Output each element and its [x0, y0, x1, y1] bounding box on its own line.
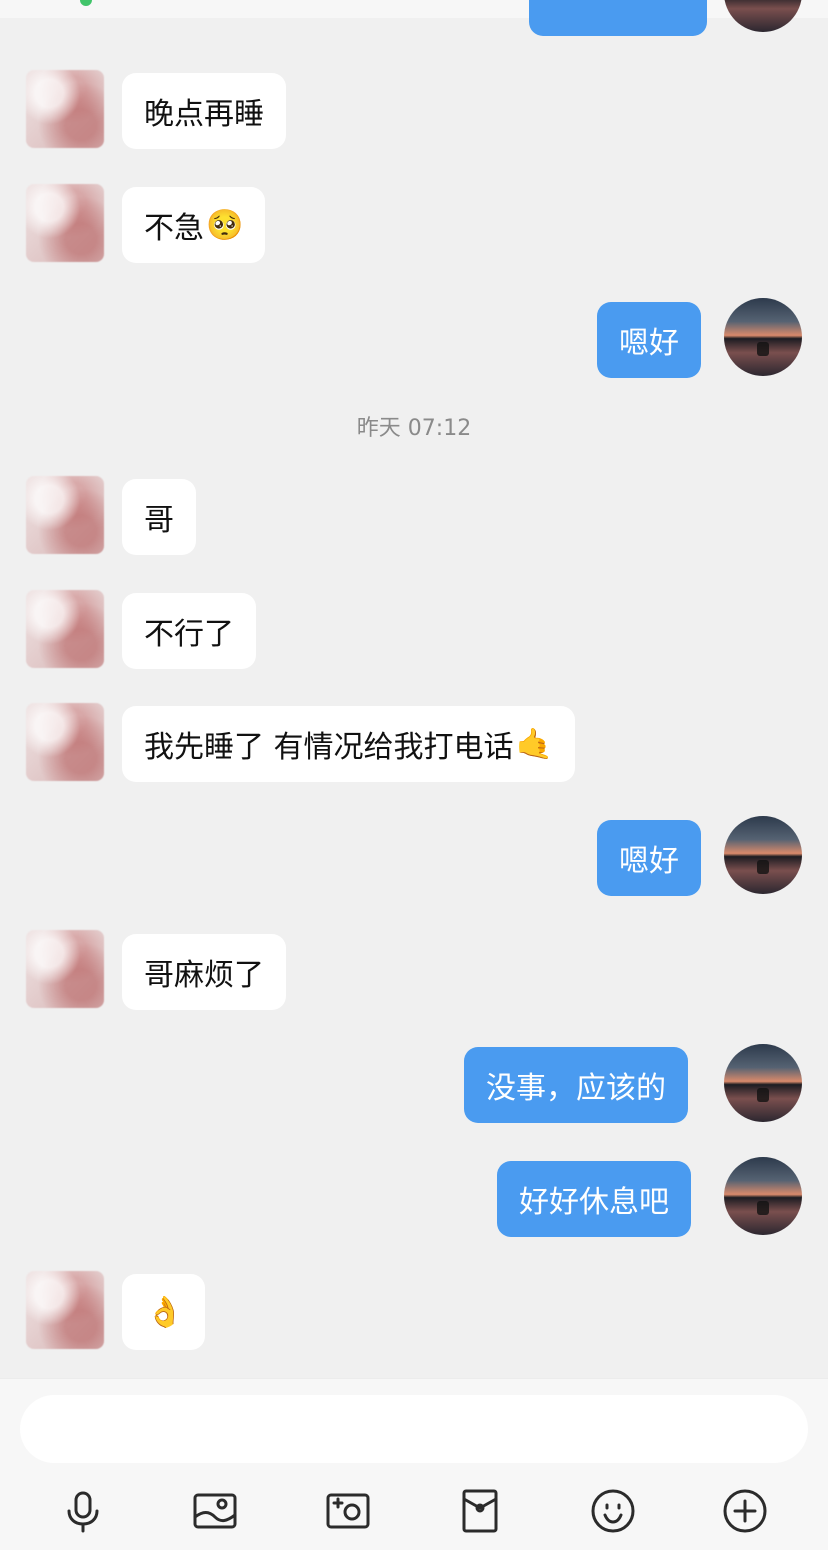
- message-text: 嗯好: [619, 844, 679, 879]
- my-avatar[interactable]: [724, 1044, 802, 1122]
- camera-icon[interactable]: [322, 1485, 374, 1537]
- incoming-message[interactable]: 不行了: [122, 593, 256, 669]
- mic-icon[interactable]: [57, 1485, 109, 1537]
- outgoing-message[interactable]: 好好休息吧: [497, 1161, 691, 1237]
- previous-outgoing-bubble[interactable]: [529, 0, 707, 36]
- red-packet-icon[interactable]: [454, 1485, 506, 1537]
- message-text: 晚点再睡: [144, 97, 264, 132]
- incoming-message[interactable]: 我先睡了 有情况给我打电话 🤙: [122, 706, 575, 782]
- plus-icon[interactable]: [719, 1485, 771, 1537]
- message-text: 哥: [144, 503, 174, 538]
- incoming-message[interactable]: 不急 🥺: [122, 187, 266, 263]
- my-avatar[interactable]: [724, 298, 802, 376]
- message-input[interactable]: [20, 1395, 808, 1463]
- message-text: 不行了: [144, 617, 234, 652]
- online-status-icon: [80, 0, 92, 6]
- emoji-icon[interactable]: [587, 1485, 639, 1537]
- contact-avatar[interactable]: [26, 590, 104, 668]
- incoming-message[interactable]: 👌: [122, 1274, 206, 1350]
- chat-timestamp: 昨天 07:12: [356, 416, 472, 441]
- message-text: 没事，应该的: [486, 1071, 666, 1106]
- my-avatar[interactable]: [724, 0, 802, 32]
- message-text: 哥麻烦了: [144, 958, 264, 993]
- outgoing-message[interactable]: 嗯好: [597, 302, 701, 378]
- my-avatar[interactable]: [724, 1157, 802, 1235]
- message-text: 我先睡了 有情况给我打电话: [144, 730, 514, 765]
- call-me-hand-emoji-icon: 🤙: [515, 726, 553, 762]
- contact-avatar[interactable]: [26, 930, 104, 1008]
- incoming-message[interactable]: 哥: [122, 479, 196, 555]
- pleading-face-emoji-icon: 🥺: [206, 207, 244, 243]
- chat-area[interactable]: 晚点再睡 不急 🥺 嗯好 昨天 07:12 哥 不行了 我先睡了 有情况给我打电…: [0, 0, 828, 1378]
- image-icon[interactable]: [189, 1485, 241, 1537]
- my-avatar[interactable]: [724, 816, 802, 894]
- outgoing-message[interactable]: 没事，应该的: [464, 1047, 688, 1123]
- contact-avatar[interactable]: [26, 476, 104, 554]
- contact-avatar[interactable]: [26, 184, 104, 262]
- message-text: 不急: [144, 211, 204, 246]
- contact-avatar[interactable]: [26, 1271, 104, 1349]
- message-text: 嗯好: [619, 326, 679, 361]
- contact-avatar[interactable]: [26, 703, 104, 781]
- contact-avatar[interactable]: [26, 70, 104, 148]
- ok-hand-emoji-icon: 👌: [146, 1294, 184, 1330]
- incoming-message[interactable]: 晚点再睡: [122, 73, 286, 149]
- incoming-message[interactable]: 哥麻烦了: [122, 934, 286, 1010]
- message-text: 好好休息吧: [519, 1185, 669, 1220]
- message-composer: [0, 1378, 828, 1550]
- outgoing-message[interactable]: 嗯好: [597, 820, 701, 896]
